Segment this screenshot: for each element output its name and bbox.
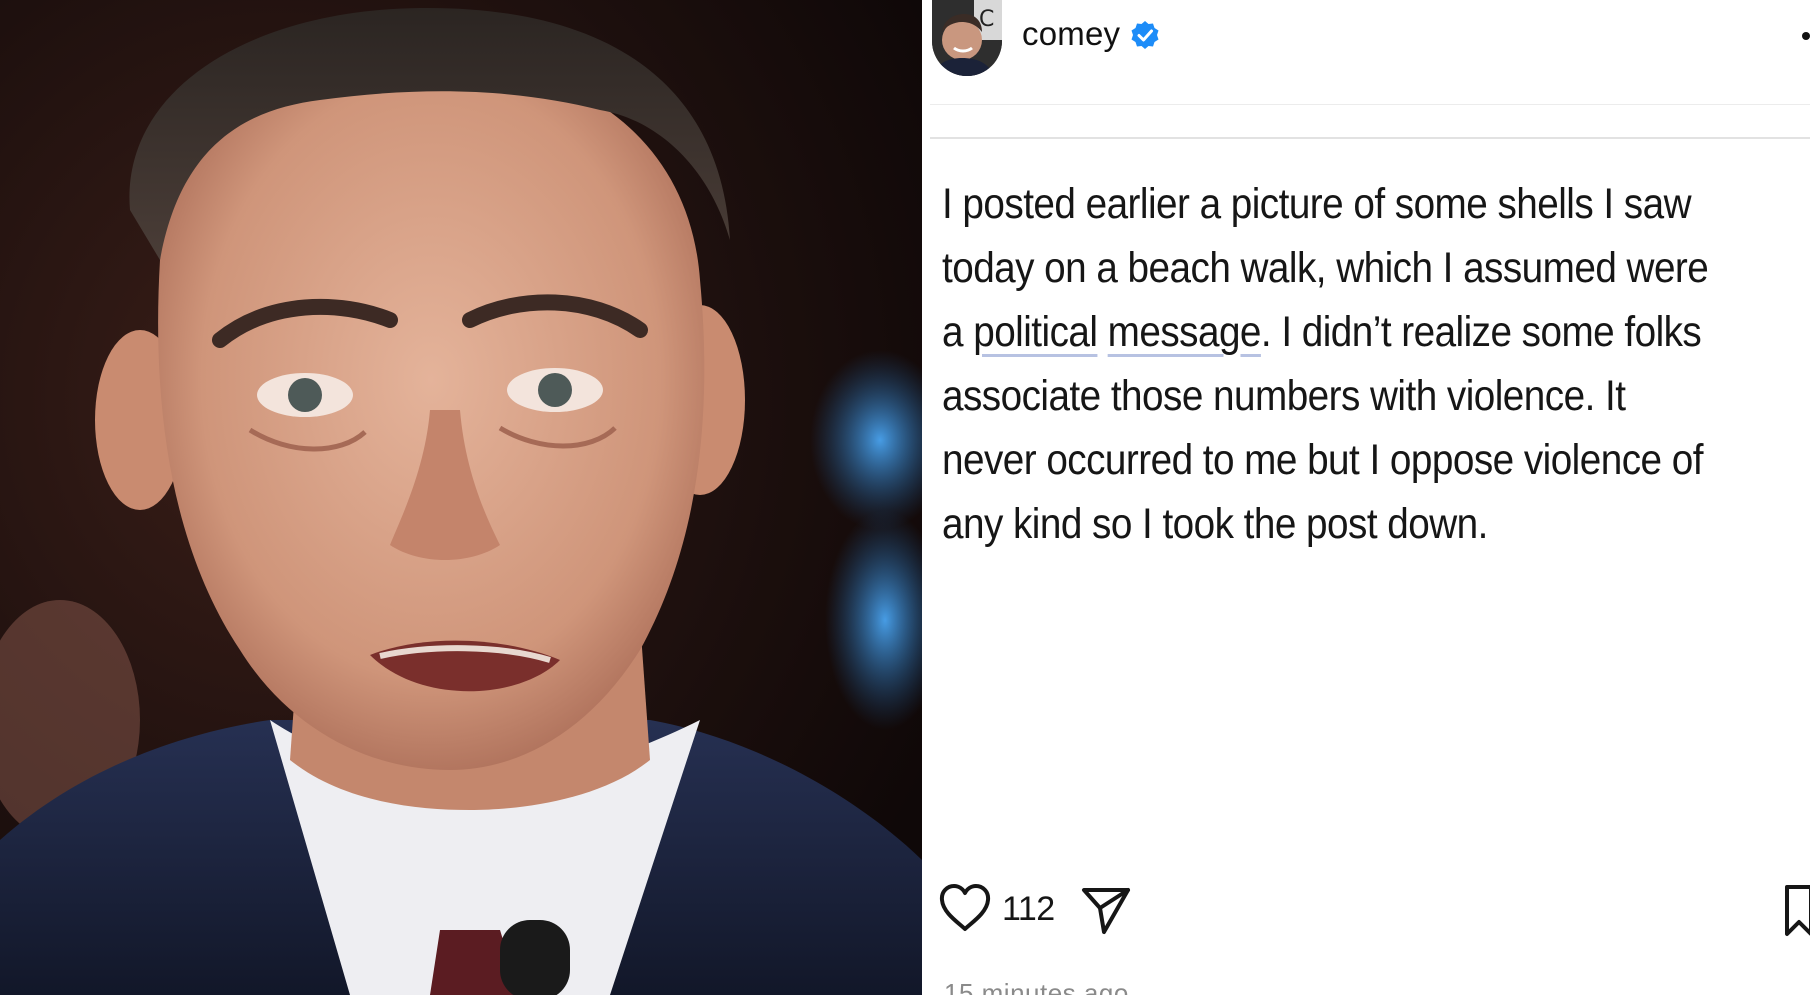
like-count: 112 <box>1002 890 1055 928</box>
verified-badge-icon <box>1131 21 1159 49</box>
username[interactable]: comey <box>1022 15 1120 53</box>
caption-line: never occurred to me but I oppose violen… <box>942 436 1703 484</box>
more-options-icon[interactable] <box>1802 32 1810 40</box>
heart-icon[interactable] <box>938 882 992 934</box>
instagram-post: C comey I posted earlier a picture of so… <box>922 0 1810 995</box>
bookmark-icon[interactable] <box>1784 884 1810 938</box>
post-header: C comey <box>922 0 1810 104</box>
caption-line: associate those numbers with violence. I… <box>942 372 1626 420</box>
portrait-photo <box>0 0 922 995</box>
caption-line: today on a beach walk, which I assumed w… <box>942 244 1709 292</box>
avatar[interactable]: C <box>932 0 1002 76</box>
caption-word: a <box>942 308 964 356</box>
divider <box>930 104 1810 105</box>
caption-line: I posted earlier a picture of some shell… <box>942 180 1692 228</box>
post-actions: 112 <box>922 870 1810 950</box>
share-icon[interactable] <box>1080 884 1132 936</box>
caption-word: . I didn’t realize some folks <box>1260 308 1702 356</box>
caption-link-political[interactable]: political <box>973 308 1098 356</box>
post-timestamp: 15 minutes ago <box>944 978 1129 995</box>
caption-line: a political message. I didn’t realize so… <box>942 300 1734 364</box>
caption-link-message[interactable]: message <box>1108 308 1262 356</box>
post-caption: I posted earlier a picture of some shell… <box>942 172 1734 556</box>
divider <box>930 137 1810 139</box>
caption-line: any kind so I took the post down. <box>942 500 1488 548</box>
